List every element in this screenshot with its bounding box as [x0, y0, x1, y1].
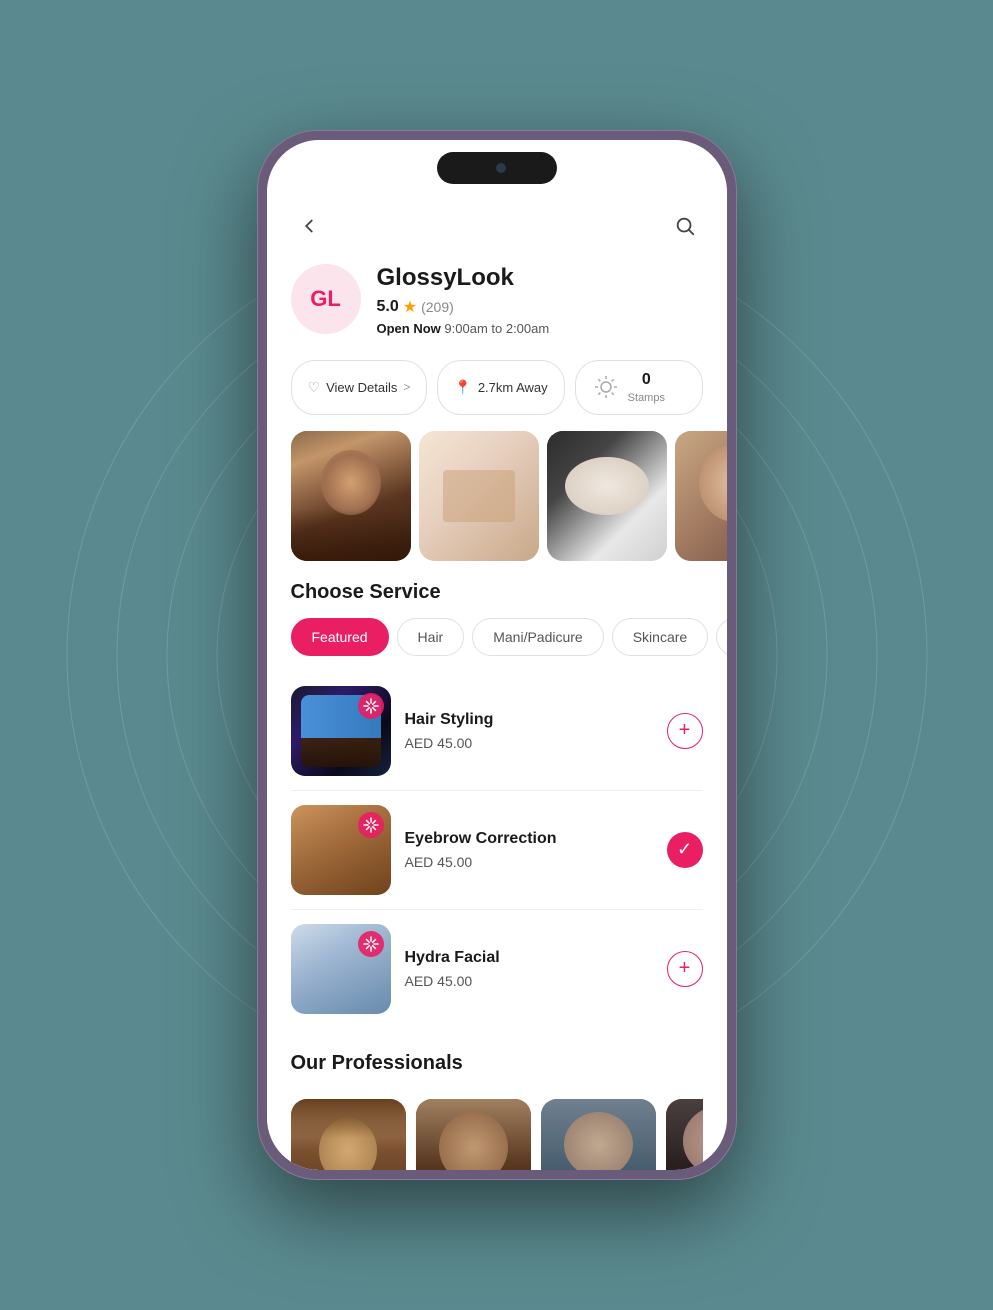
tab-mani[interactable]: Mani/Padicure — [472, 618, 604, 656]
star-icon: ★ — [403, 297, 417, 317]
salon-header: GL GlossyLook 5.0 ★ (209) Open Now 9:00a… — [267, 256, 727, 352]
service-price-hair-styling: AED 45.00 — [405, 735, 653, 751]
tab-skincare[interactable]: Skincare — [612, 618, 708, 656]
service-image-facial — [291, 924, 391, 1014]
chevron-right-icon: > — [403, 380, 410, 394]
dynamic-island — [437, 152, 557, 184]
service-item-hair-styling: Hair Styling AED 45.00 + — [291, 672, 703, 791]
salon-rating: 5.0 ★ (209) — [377, 297, 703, 317]
professional-item-2[interactable] — [416, 1099, 531, 1170]
salon-name: GlossyLook — [377, 264, 703, 293]
professional-item-4[interactable] — [666, 1099, 703, 1170]
tab-more[interactable]: H — [716, 618, 726, 656]
distance-button[interactable]: 📍 2.7km Away — [437, 360, 564, 415]
professional-item-1[interactable] — [291, 1099, 406, 1170]
heart-icon: ♡ — [308, 379, 321, 396]
stamps-gear-icon — [592, 373, 620, 401]
service-item-eyebrow: Eyebrow Correction AED 45.00 ✓ — [291, 791, 703, 910]
service-badge-eyebrow — [357, 811, 385, 839]
professionals-gallery — [291, 1089, 703, 1170]
phone-screen: GL GlossyLook 5.0 ★ (209) Open Now 9:00a… — [267, 140, 727, 1170]
back-button[interactable] — [291, 208, 327, 244]
salon-info: GlossyLook 5.0 ★ (209) Open Now 9:00am t… — [377, 264, 703, 336]
professionals-title: Our Professionals — [291, 1044, 703, 1089]
service-name-eyebrow: Eyebrow Correction — [405, 830, 653, 848]
tab-featured[interactable]: Featured — [291, 618, 389, 656]
distance-label: 2.7km Away — [478, 380, 548, 395]
gallery-item-1[interactable] — [291, 431, 411, 561]
rating-score: 5.0 — [377, 298, 399, 316]
service-name-facial: Hydra Facial — [405, 949, 653, 967]
action-buttons: ♡ View Details > 📍 2.7km Away 0 — [267, 352, 727, 431]
stamps-label: Stamps — [628, 392, 665, 404]
service-price-eyebrow: AED 45.00 — [405, 854, 653, 870]
service-badge-facial — [357, 930, 385, 958]
salon-hours: Open Now 9:00am to 2:00am — [377, 321, 703, 336]
stamps-button[interactable]: 0 Stamps — [575, 360, 703, 415]
search-button[interactable] — [667, 208, 703, 244]
hours-value: 9:00am to 2:00am — [444, 321, 549, 336]
professional-item-3[interactable] — [541, 1099, 656, 1170]
gallery-item-3[interactable] — [547, 431, 667, 561]
stamps-info: 0 Stamps — [628, 371, 665, 404]
selected-eyebrow-button[interactable]: ✓ — [667, 832, 703, 868]
gallery — [267, 431, 727, 581]
view-details-button[interactable]: ♡ View Details > — [291, 360, 428, 415]
salon-logo: GL — [291, 264, 361, 334]
service-list: Hair Styling AED 45.00 + — [267, 672, 727, 1028]
tab-hair[interactable]: Hair — [397, 618, 465, 656]
stamps-count: 0 — [642, 371, 651, 388]
service-image-hair-styling — [291, 686, 391, 776]
top-nav — [267, 200, 727, 256]
gallery-item-2[interactable] — [419, 431, 539, 561]
view-details-label: View Details — [326, 380, 397, 395]
service-tabs: Featured Hair Mani/Padicure Skincare H — [267, 618, 727, 672]
service-info-hair-styling: Hair Styling AED 45.00 — [405, 711, 653, 751]
open-now-label: Open Now — [377, 321, 441, 336]
choose-service-title: Choose Service — [267, 581, 727, 618]
add-facial-button[interactable]: + — [667, 951, 703, 987]
service-info-eyebrow: Eyebrow Correction AED 45.00 — [405, 830, 653, 870]
professionals-section: Our Professionals — [267, 1028, 727, 1170]
location-pin-icon: 📍 — [454, 379, 471, 396]
service-info-facial: Hydra Facial AED 45.00 — [405, 949, 653, 989]
phone-device: GL GlossyLook 5.0 ★ (209) Open Now 9:00a… — [257, 130, 737, 1180]
add-hair-styling-button[interactable]: + — [667, 713, 703, 749]
screen-content: GL GlossyLook 5.0 ★ (209) Open Now 9:00a… — [267, 140, 727, 1170]
service-price-facial: AED 45.00 — [405, 973, 653, 989]
service-name-hair-styling: Hair Styling — [405, 711, 653, 729]
gallery-item-4[interactable] — [675, 431, 727, 561]
service-image-eyebrow — [291, 805, 391, 895]
service-item-facial: Hydra Facial AED 45.00 + — [291, 910, 703, 1028]
service-badge-hair — [357, 692, 385, 720]
review-count: (209) — [421, 299, 454, 315]
